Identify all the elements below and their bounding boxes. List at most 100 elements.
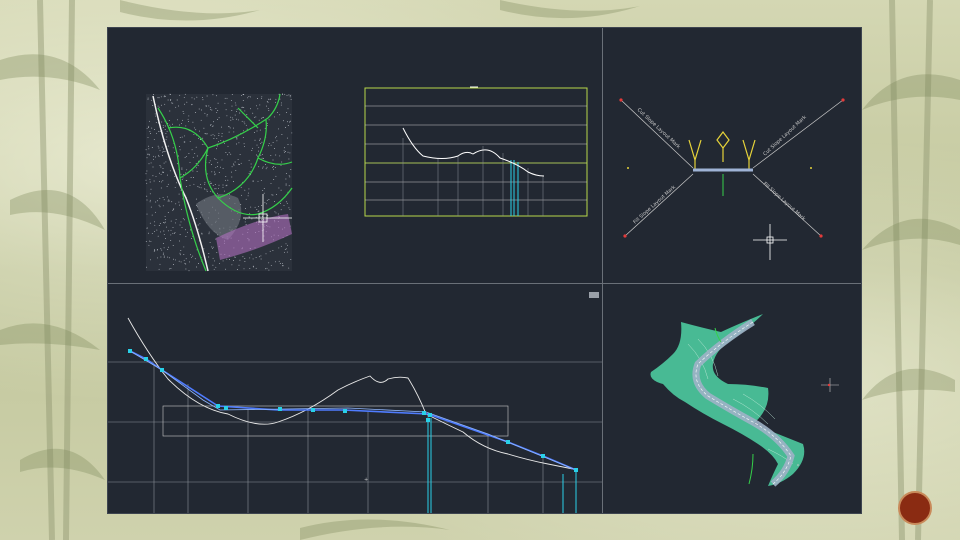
surface-point (232, 181, 234, 182)
surface-point (279, 114, 281, 116)
surface-point (284, 93, 286, 95)
surface-point (289, 176, 291, 178)
surface-point (275, 98, 277, 100)
surface-point (163, 233, 165, 235)
surface-point (170, 229, 172, 231)
surface-point (268, 262, 270, 264)
surface-point (278, 247, 280, 249)
surface-point (275, 212, 277, 214)
surface-point (147, 98, 149, 100)
surface-point (209, 241, 211, 243)
surface-point (146, 266, 147, 268)
surface-point (158, 204, 160, 206)
surface-point (185, 258, 187, 260)
surface-point (162, 127, 164, 129)
surface-point (185, 236, 187, 237)
surface-point (172, 227, 174, 229)
surface-point (204, 188, 206, 190)
surface-point (239, 164, 240, 165)
surface-point (276, 140, 278, 142)
surface-point (180, 208, 182, 210)
plan-view-drawing (145, 86, 588, 272)
surface-point (259, 139, 260, 141)
surface-point (189, 261, 191, 263)
surface-point (256, 130, 258, 132)
surface-point (212, 134, 214, 136)
surface-point (154, 156, 156, 158)
surface-point (285, 173, 287, 175)
surface-point (149, 222, 151, 224)
surface-point (172, 209, 174, 211)
surface-point (231, 105, 233, 107)
surface-point (291, 132, 293, 134)
surface-point (228, 131, 230, 133)
surface-point (235, 104, 237, 106)
surface-point (148, 145, 149, 147)
surface-point (231, 264, 233, 266)
surface-point (204, 112, 206, 114)
surface-point (188, 115, 190, 117)
surface-point (197, 228, 199, 230)
surface-point (244, 221, 246, 223)
surface-point (165, 133, 167, 135)
surface-point (262, 166, 264, 168)
surface-point (225, 185, 227, 187)
surface-point (198, 108, 200, 110)
surface-point (225, 268, 227, 270)
surface-point (285, 183, 287, 185)
surface-point (148, 148, 150, 150)
surface-point (158, 106, 160, 108)
surface-point (151, 232, 153, 234)
surface-point (274, 116, 276, 118)
surface-point (145, 241, 147, 243)
surface-point (162, 180, 164, 182)
viewport-plan-view[interactable] (108, 28, 603, 284)
surface-point (165, 238, 166, 239)
surface-point (235, 169, 237, 171)
viewport-3d-corridor[interactable] (603, 284, 861, 513)
surface-point (187, 118, 189, 120)
surface-point (289, 208, 291, 210)
surface-point (238, 264, 240, 266)
surface-point (178, 193, 180, 195)
viewport-profile-view[interactable]: + (108, 284, 603, 513)
cad-viewport-window[interactable]: Cut Slope Layout Mark Cut Slope Layout M… (107, 27, 862, 514)
surface-point (215, 108, 217, 110)
surface-point (218, 117, 220, 119)
viewport-cross-section[interactable]: Cut Slope Layout Mark Cut Slope Layout M… (603, 28, 861, 284)
surface-point (200, 183, 202, 185)
surface-point (156, 200, 158, 202)
crosshair-cursor-small (753, 224, 787, 260)
surface-point (179, 204, 181, 206)
surface-point (263, 188, 265, 190)
surface-point (273, 179, 275, 180)
surface-point (161, 146, 163, 148)
surface-point (182, 111, 184, 112)
surface-point (212, 184, 214, 186)
surface-point (268, 110, 270, 112)
surface-point (282, 120, 284, 122)
surface-point (163, 256, 165, 258)
surface-point (231, 166, 233, 168)
surface-point (230, 116, 232, 118)
surface-point (276, 194, 277, 196)
surface-point (285, 201, 287, 203)
cut-slope-label-right: Cut Slope Layout Mark (762, 114, 808, 157)
surface-point (214, 188, 216, 190)
surface-point (217, 162, 219, 164)
surface-point (191, 256, 192, 258)
surface-point (163, 252, 165, 254)
surface-point (168, 199, 170, 201)
cut-slope-label-left: Cut Slope Layout Mark (636, 107, 682, 150)
surface-point (183, 219, 185, 221)
surface-point (242, 94, 244, 95)
surface-point (290, 169, 292, 171)
surface-point (179, 145, 181, 147)
surface-point (183, 254, 185, 256)
surface-point (146, 182, 148, 184)
surface-point (162, 125, 164, 127)
surface-point (261, 153, 263, 155)
surface-point (172, 123, 173, 125)
surface-point (271, 194, 273, 196)
surface-point (259, 138, 261, 140)
